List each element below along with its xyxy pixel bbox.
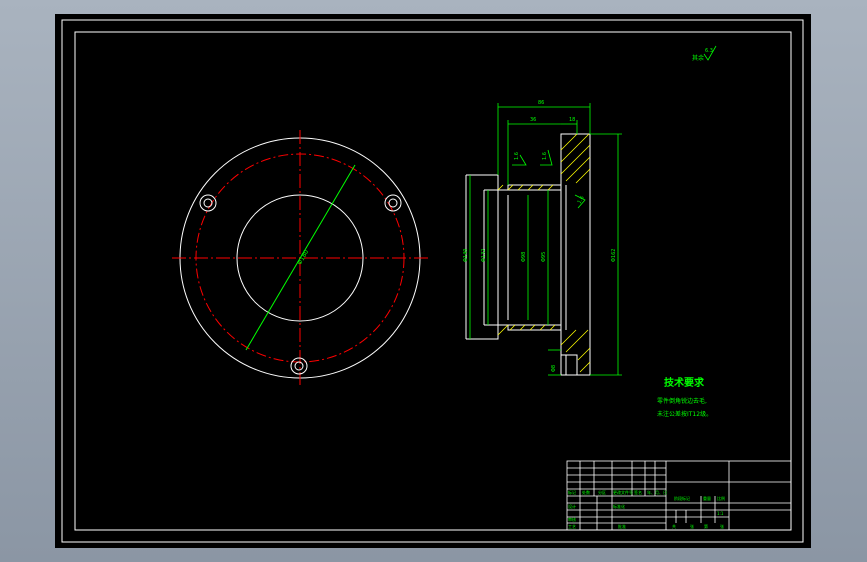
title-block-cell: 标准化	[613, 503, 625, 509]
dim-dia-2: Φ132	[481, 249, 487, 262]
title-block-cell: 设计	[568, 503, 576, 509]
dim-flange-length: 18	[569, 117, 575, 123]
title-block-cell: 比例	[717, 495, 725, 501]
title-block-cell: 更改文件号	[613, 489, 633, 495]
dim-chamfer-a: 1.6	[514, 152, 520, 160]
title-block-cell: 1:1	[717, 511, 724, 516]
cad-drawing-canvas: Φ180 86 36 18 1.6 1.6 1.6 Φ140 Φ132 Φ98 …	[55, 14, 811, 548]
title-block-cell: 签名	[634, 489, 642, 495]
title-block-cell: 第	[704, 523, 708, 529]
dim-chamfer-b: 1.6	[542, 152, 548, 160]
dim-dia-1: Φ140	[463, 249, 469, 262]
title-block-cell: 工艺	[568, 524, 576, 529]
dim-dia-5: Φ162	[611, 249, 617, 262]
title-block-cell: 张	[720, 523, 724, 529]
dim-dia-3: Φ98	[521, 252, 527, 262]
title-block-cell: 批准	[618, 523, 626, 529]
dim-hole: Φ8	[551, 365, 557, 372]
tech-requirements-title: 技术要求	[664, 376, 705, 389]
title-block-cell: 年、月、日	[647, 489, 667, 495]
title-block-cell: 审核	[568, 516, 576, 522]
dim-overall-length: 86	[538, 100, 544, 106]
title-block-cell: 重量	[703, 495, 711, 501]
title-block-cell: 分区	[598, 489, 606, 495]
tech-requirement-line-2: 未注公差按IT12级。	[657, 410, 712, 418]
title-block-cell: 阶段标记	[674, 495, 690, 501]
title-block-cell: 共	[672, 523, 676, 529]
roughness-label: 其余	[692, 54, 704, 62]
title-block-cell: 处数	[582, 489, 590, 495]
dim-dia-4: Φ95	[541, 252, 547, 262]
title-block-cell: 标记	[568, 489, 576, 495]
dim-inner-length: 36	[530, 117, 536, 123]
title-block-cell: 张	[690, 523, 694, 529]
sheet-background	[55, 14, 811, 548]
tech-requirement-line-1: 零件倒角锐边去毛,	[657, 397, 707, 405]
